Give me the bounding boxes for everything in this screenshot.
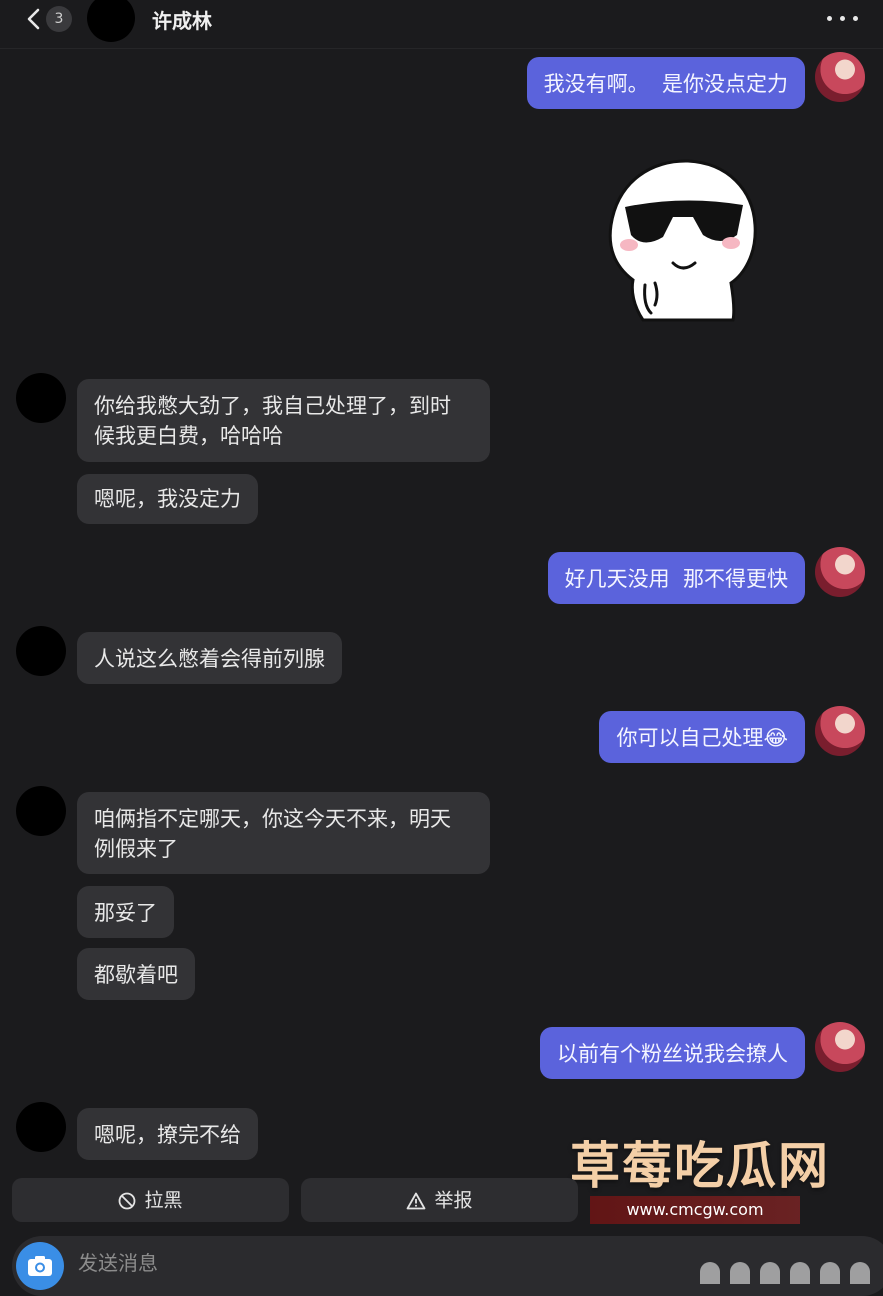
my-avatar[interactable] (815, 52, 865, 102)
message-bubble-sent[interactable]: 以前有个粉丝说我会撩人 (540, 1027, 805, 1079)
my-avatar[interactable] (815, 547, 865, 597)
watermark-decoration (820, 1262, 840, 1284)
watermark-decoration (790, 1262, 810, 1284)
watermark-decoration (730, 1262, 750, 1284)
block-icon (119, 1192, 136, 1209)
camera-icon (28, 1256, 52, 1276)
message-bubble-sent[interactable]: 我没有啊。 是你没点定力 (526, 57, 805, 109)
block-button[interactable]: 拉黑 (12, 1178, 289, 1222)
message-bubble-received[interactable]: 嗯呢，撩完不给 (77, 1108, 258, 1160)
watermark-decoration (760, 1262, 780, 1284)
report-label: 举报 (434, 1189, 473, 1212)
message-bubble-received[interactable]: 咱俩指不定哪天，你这今天不来，明天 例假来了 (77, 792, 490, 874)
message-bubble-received[interactable]: 那妥了 (77, 886, 174, 938)
my-avatar[interactable] (815, 1022, 865, 1072)
block-label: 拉黑 (144, 1189, 183, 1212)
contact-message-avatar[interactable] (16, 373, 66, 423)
message-bubble-received[interactable]: 嗯呢，我没定力 (77, 474, 258, 524)
message-bubble-received[interactable]: 你给我憋大劲了，我自己处理了，到时 候我更白费，哈哈哈 (77, 379, 490, 462)
message-input-bar (12, 1236, 883, 1296)
message-bubble-sent[interactable]: 好几天没用 那不得更快 (547, 552, 805, 604)
contact-message-avatar[interactable] (16, 786, 66, 836)
message-bubble-received[interactable]: 都歇着吧 (77, 948, 195, 1000)
contact-message-avatar[interactable] (16, 626, 66, 676)
message-input[interactable] (76, 1250, 580, 1276)
back-button[interactable]: 3 (20, 2, 78, 36)
contact-avatar[interactable] (87, 0, 135, 42)
contact-name[interactable]: 许成林 (152, 5, 212, 34)
unread-count-badge: 3 (46, 6, 72, 32)
more-options-button[interactable] (823, 6, 863, 32)
chevron-left-icon (27, 8, 40, 30)
report-button[interactable]: 举报 (301, 1178, 578, 1222)
contact-message-avatar[interactable] (16, 1102, 66, 1152)
my-avatar[interactable] (815, 706, 865, 756)
message-bubble-received[interactable]: 人说这么憋着会得前列腺 (77, 632, 342, 684)
message-bubble-sent[interactable]: 你可以自己处理😂 (599, 711, 805, 763)
watermark-url: www.cmcgw.com (590, 1196, 800, 1224)
watermark-title: 草莓吃瓜网 (570, 1137, 830, 1195)
watermark-decoration (700, 1262, 720, 1284)
warning-icon (407, 1192, 426, 1209)
chat-header: 3 许成林 (0, 0, 883, 49)
camera-button[interactable] (16, 1242, 64, 1290)
watermark-decoration (850, 1262, 870, 1284)
sunglasses-sticker-icon[interactable] (603, 155, 765, 325)
